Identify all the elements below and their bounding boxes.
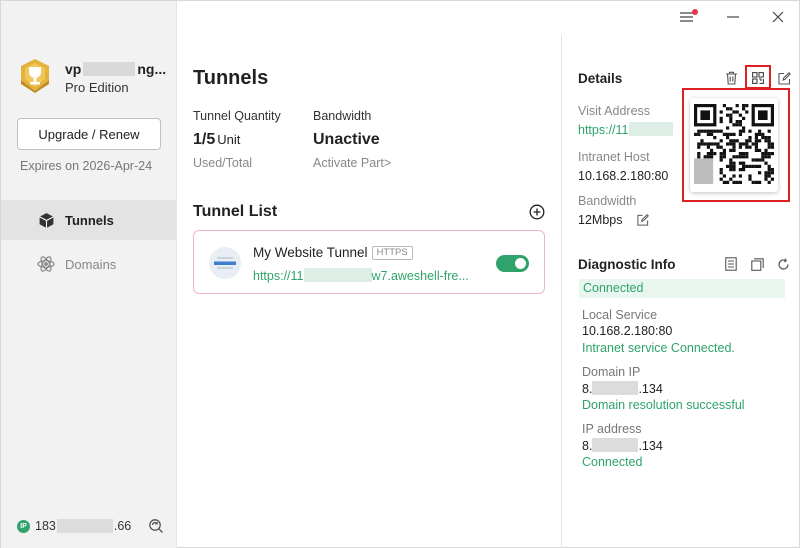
tunnel-quantity-sub: Used/Total <box>193 156 253 170</box>
close-button[interactable] <box>768 7 788 27</box>
local-service-label: Local Service <box>582 308 658 322</box>
qr-code-card <box>690 98 778 192</box>
minimize-button[interactable] <box>723 7 743 27</box>
nav-item-domains[interactable]: Domains <box>1 244 177 284</box>
refresh-diagnostic-button[interactable] <box>775 256 791 272</box>
page-title: Tunnels <box>193 67 269 89</box>
copy-icon <box>750 257 764 271</box>
domain-ip-label: Domain IP <box>582 365 641 379</box>
local-service-status: Intranet service Connected. <box>582 341 735 355</box>
redacted-block <box>83 62 136 76</box>
bandwidth-detail-value: 12Mbps <box>578 213 623 227</box>
tunnel-list-title: Tunnel List <box>193 203 278 220</box>
ip-badge-icon: IP <box>17 519 30 533</box>
intranet-host-label: Intranet Host <box>578 150 650 164</box>
diagnostic-title: Diagnostic Info <box>578 257 676 272</box>
ip-address-value: 8. .134 <box>582 438 663 453</box>
tunnel-name: My Website Tunnel HTTPS <box>253 245 413 260</box>
edition-label: Pro Edition <box>65 80 129 95</box>
redacted-block <box>628 122 673 136</box>
protocol-badge: HTTPS <box>371 246 413 260</box>
edit-details-button[interactable] <box>776 70 792 86</box>
visit-address-label: Visit Address <box>578 104 651 118</box>
intranet-host-value: 10.168.2.180:80 <box>578 169 669 183</box>
domain-ip-value: 8. .134 <box>582 381 663 396</box>
qr-code-image <box>694 104 774 184</box>
connection-status-bar: Connected <box>579 279 785 298</box>
tunnel-quantity-value: 1/5 Unit <box>193 131 241 148</box>
tunnel-url-link[interactable]: https://11 w7.aweshell-fre... <box>253 268 469 283</box>
bandwidth-detail-label: Bandwidth <box>578 194 637 208</box>
local-service-value: 10.168.2.180:80 <box>582 324 673 338</box>
activate-part-link[interactable]: Activate Part> <box>313 156 391 170</box>
tunnel-quantity-label: Tunnel Quantity <box>193 109 281 123</box>
tunnel-logo-icon <box>209 247 241 279</box>
qr-code-popup <box>682 88 790 202</box>
bandwidth-label: Bandwidth <box>313 109 372 123</box>
edit-icon <box>777 71 791 85</box>
delete-button[interactable] <box>723 70 739 86</box>
redacted-block <box>592 381 639 395</box>
copy-button[interactable] <box>749 256 765 272</box>
cube-icon <box>37 211 55 229</box>
nav-label-domains: Domains <box>65 256 117 272</box>
tunnel-card[interactable]: My Website Tunnel HTTPS https://11 w7.awes… <box>193 230 545 294</box>
trophy-avatar-icon <box>21 59 49 93</box>
redacted-block <box>303 268 372 282</box>
ip-refresh-icon[interactable] <box>148 518 164 534</box>
close-icon <box>772 11 784 23</box>
sidebar: vp ng... Pro Edition Upgrade / Renew Expi… <box>1 1 177 548</box>
refresh-icon <box>777 257 789 270</box>
nav-label-tunnels: Tunnels <box>65 212 114 228</box>
details-title: Details <box>578 71 623 86</box>
bandwidth-value: Unactive <box>313 131 380 148</box>
log-button[interactable] <box>723 256 739 272</box>
atom-icon <box>37 255 55 273</box>
edit-bandwidth-button[interactable] <box>635 212 651 228</box>
user-name: vp ng... <box>65 61 167 77</box>
app-window: vp ng... Pro Edition Upgrade / Renew Expi… <box>0 0 800 548</box>
trash-icon <box>725 71 737 85</box>
edit-icon <box>637 214 649 226</box>
expiry-date: Expires on 2026-Apr-24 <box>20 159 153 173</box>
tunnel-enable-toggle[interactable] <box>496 255 529 272</box>
domain-ip-status: Domain resolution successful <box>582 398 745 412</box>
document-icon <box>725 257 737 271</box>
minimize-icon <box>727 16 739 18</box>
ip-address-label: IP address <box>582 422 642 436</box>
add-tunnel-icon[interactable] <box>529 204 545 220</box>
ip-address-status: Connected <box>582 455 643 469</box>
public-ip: IP 183.66 <box>17 519 131 533</box>
qr-button-highlight <box>745 65 771 89</box>
notification-dot <box>692 9 698 15</box>
upgrade-renew-button[interactable]: Upgrade / Renew <box>17 118 161 150</box>
nav-item-tunnels[interactable]: Tunnels <box>1 200 177 240</box>
redacted-block <box>56 519 113 533</box>
redacted-block <box>592 438 639 452</box>
visit-address-link[interactable]: https://11 <box>578 122 673 137</box>
